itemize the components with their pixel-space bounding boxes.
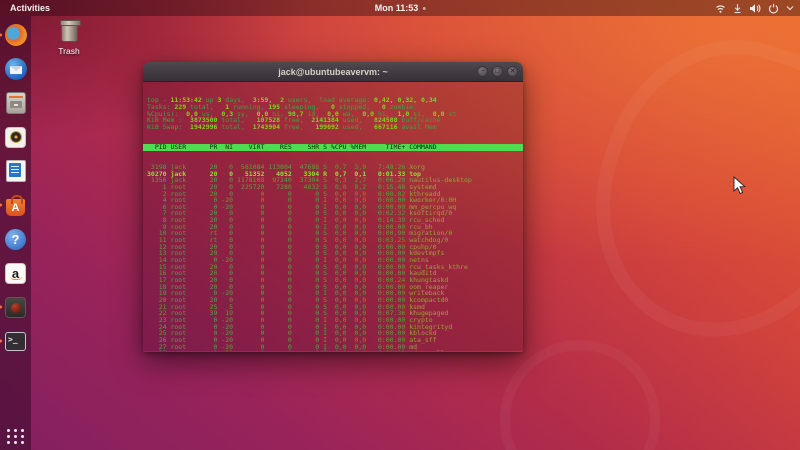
close-button[interactable]: ✕ [507, 66, 518, 77]
firefox-icon [4, 24, 27, 46]
running-indicator [0, 305, 2, 309]
top-summary: top - 11:53:42 up 3 days, 3:59, 2 users,… [143, 97, 523, 130]
minimize-button[interactable]: − [477, 66, 488, 77]
system-tray[interactable] [715, 0, 794, 16]
libreoffice-writer-icon [5, 160, 26, 182]
running-indicator [0, 339, 2, 343]
dock-item-thunderbird[interactable] [4, 57, 28, 81]
caret-down-icon[interactable] [786, 5, 794, 11]
running-indicator [0, 203, 2, 207]
input-method-icon[interactable] [733, 3, 742, 14]
dark-app-icon [5, 296, 26, 318]
dock-item-terminal[interactable]: >_ [0, 329, 28, 353]
help-icon: ? [5, 228, 26, 250]
volume-icon[interactable] [749, 3, 761, 14]
amazon-icon: a [5, 262, 26, 284]
window-controls: − □ ✕ [477, 66, 518, 77]
show-applications-button[interactable] [6, 429, 25, 444]
dock-item-ubuntu-software[interactable]: A [0, 193, 28, 217]
dock-item-help[interactable]: ? [4, 227, 28, 251]
dock-item-amazon[interactable]: a [4, 261, 28, 285]
trash-desktop-icon[interactable]: Trash [52, 20, 86, 56]
terminal-window: jack@ubuntubeavervm: ~ − □ ✕ top - 11:53… [143, 62, 523, 352]
network-icon[interactable] [715, 3, 726, 14]
activities-button[interactable]: Activities [0, 0, 60, 16]
process-row: 28 root 0 -20 0 0 0 I 0,0 0,0 0:00.00 ed… [143, 350, 523, 351]
dock-item-firefox[interactable] [0, 23, 28, 47]
dock-item-dark-app[interactable] [0, 295, 28, 319]
clock-button[interactable]: Mon 11:53 [375, 3, 426, 13]
process-rows: 3198 jack 20 0 581084 113804 47688 S 0,7… [143, 164, 523, 351]
terminal-body[interactable]: top - 11:53:42 up 3 days, 3:59, 2 users,… [143, 82, 523, 351]
clock-label: Mon 11:53 [374, 3, 419, 13]
summary-line: KiB Swap: 1942996 total, 1743904 free, 1… [147, 122, 437, 131]
dock-item-rhythmbox[interactable] [4, 125, 28, 149]
trash-label: Trash [58, 46, 80, 56]
trash-icon [59, 20, 81, 42]
terminal-title: jack@ubuntubeavervm: ~ [278, 66, 388, 77]
top-bar: Activities Mon 11:53 [0, 0, 800, 16]
dock-item-files[interactable] [4, 91, 28, 115]
terminal-icon: >_ [5, 331, 26, 351]
mouse-cursor [733, 175, 746, 200]
terminal-titlebar[interactable]: jack@ubuntubeavervm: ~ − □ ✕ [143, 62, 523, 82]
files-icon [5, 92, 26, 114]
running-indicator [0, 33, 2, 37]
process-table-header: PID USER PR NI VIRT RES SHR S %CPU %MEM … [143, 144, 523, 151]
dock: A ? a >_ [0, 16, 31, 450]
ubuntu-software-icon: A [6, 195, 25, 216]
thunderbird-icon [4, 58, 27, 80]
notification-dot-icon [422, 6, 426, 10]
dock-item-libreoffice-writer[interactable] [4, 159, 28, 183]
wallpaper-swirl [500, 340, 660, 450]
rhythmbox-icon [5, 126, 26, 148]
maximize-button[interactable]: □ [492, 66, 503, 77]
power-icon[interactable] [768, 3, 779, 14]
wallpaper-swirl [560, 7, 800, 373]
